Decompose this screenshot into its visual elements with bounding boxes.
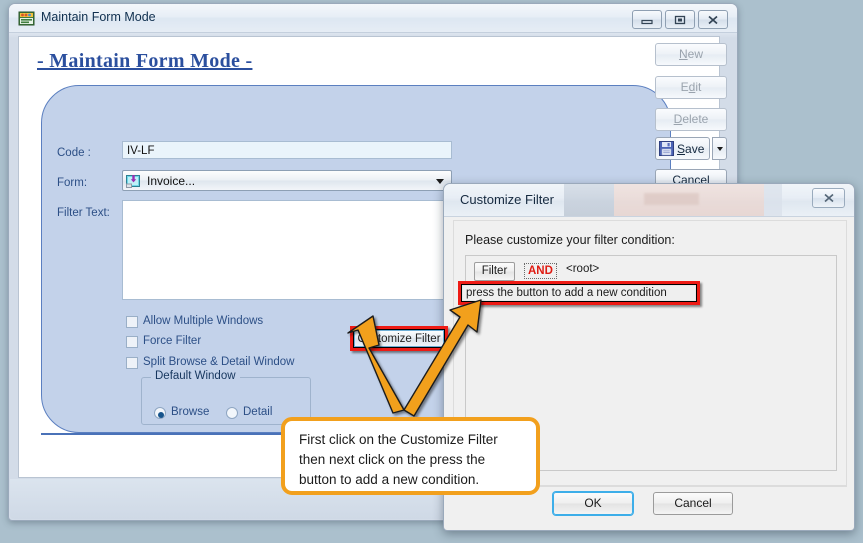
floppy-save-icon [659, 141, 674, 156]
save-dropdown-button[interactable] [712, 137, 727, 160]
main-window-title: Maintain Form Mode [41, 10, 156, 24]
application-window-icon [18, 10, 35, 27]
default-window-legend: Default Window [151, 370, 240, 382]
delete-button-label: elete [682, 112, 709, 126]
customize-filter-button[interactable]: Customize Filter [354, 330, 444, 347]
filter-operator-and[interactable]: AND [524, 263, 557, 279]
filter-text-input[interactable] [122, 200, 452, 300]
invoice-form-icon [126, 173, 141, 188]
checkbox-box [126, 316, 138, 328]
instruction-callout: First click on the Customize Filter then… [281, 417, 540, 495]
delete-button-mnemonic: D [673, 112, 683, 126]
filter-node-button[interactable]: Filter [474, 262, 515, 281]
page-title: - Maintain Form Mode - [37, 50, 253, 72]
dialog-cancel-button[interactable]: Cancel [653, 492, 733, 515]
glass-reflection [644, 193, 699, 205]
checkbox-box [126, 336, 138, 348]
minimize-button[interactable] [632, 10, 662, 29]
radio-circle [226, 407, 238, 419]
save-button-mnemonic: S [677, 141, 686, 156]
close-button[interactable] [698, 10, 728, 29]
form-label: Form: [57, 177, 88, 189]
radio-label: Detail [243, 406, 273, 418]
radio-label: Browse [171, 406, 210, 418]
checkbox-box [126, 357, 138, 369]
checkbox-label: Allow Multiple Windows [143, 315, 264, 327]
form-combobox-value: Invoice... [147, 174, 196, 188]
dialog-close-button[interactable] [812, 188, 845, 208]
callout-line-1: First click on the Customize Filter [299, 432, 498, 447]
add-condition-button[interactable]: press the button to add a new condition [462, 285, 696, 301]
glass-reflection [764, 184, 782, 216]
filter-prompt-label: Please customize your filter condition: [465, 233, 675, 247]
new-button[interactable]: New [655, 43, 727, 66]
checkbox-label: Split Browse & Detail Window [143, 356, 295, 368]
new-button-label: ew [687, 47, 703, 61]
customize-filter-highlight: Customize Filter [350, 326, 448, 351]
checkbox-label: Force Filter [143, 335, 202, 347]
code-input[interactable]: IV-LF [122, 141, 452, 159]
add-condition-highlight: press the button to add a new condition [458, 281, 700, 305]
glass-reflection [564, 184, 614, 216]
edit-button-label-rest: it [695, 80, 702, 94]
save-button-label-wrap: Save [677, 141, 705, 156]
edit-button-label: E [680, 80, 689, 94]
filter-text-label: Filter Text: [57, 207, 110, 219]
delete-button[interactable]: Delete [655, 108, 727, 131]
save-button[interactable]: Save [655, 137, 710, 160]
radio-dot [158, 412, 164, 418]
maximize-button[interactable] [665, 10, 695, 29]
callout-line-2: then next click on the press the [299, 452, 486, 467]
filter-root-label: <root> [566, 263, 600, 275]
ok-button[interactable]: OK [553, 492, 633, 515]
form-combobox[interactable]: Invoice... [122, 170, 452, 191]
chevron-down-icon [436, 179, 444, 184]
chevron-down-icon [717, 147, 723, 151]
edit-button[interactable]: Edit [655, 76, 727, 99]
customize-filter-titlebar[interactable]: Customize Filter [444, 184, 854, 217]
radio-circle [154, 407, 166, 419]
code-label: Code : [57, 147, 91, 159]
main-window-titlebar[interactable]: Maintain Form Mode [9, 4, 737, 33]
customize-filter-title: Customize Filter [460, 192, 554, 207]
callout-line-3: button to add a new condition. [299, 472, 480, 487]
new-button-mnemonic: N [678, 47, 688, 61]
